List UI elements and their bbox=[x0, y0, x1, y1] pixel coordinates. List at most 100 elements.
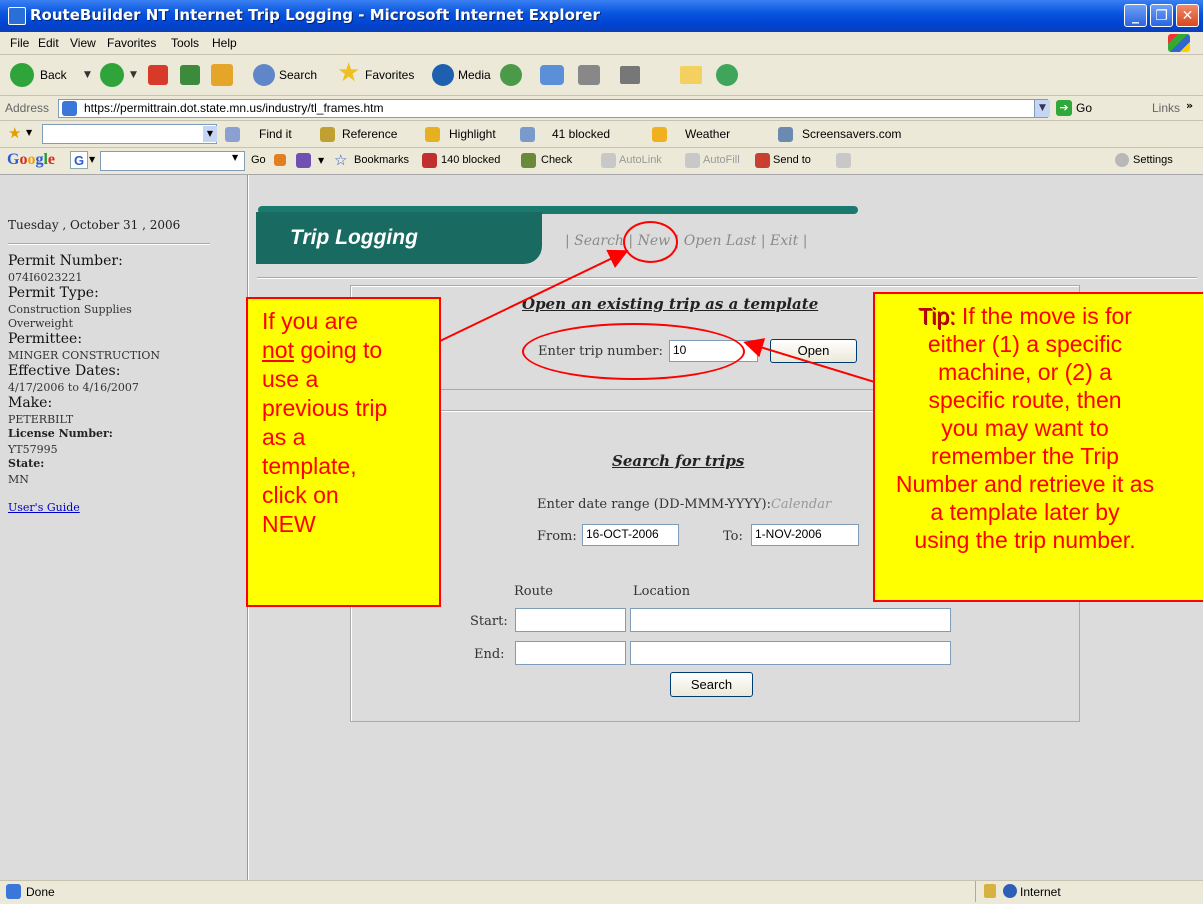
home-icon[interactable] bbox=[211, 64, 233, 86]
menu-help[interactable]: Help bbox=[212, 36, 237, 50]
star-icon[interactable]: ★ bbox=[8, 124, 21, 142]
close-button[interactable]: ✕ bbox=[1176, 4, 1199, 27]
location-column-header: Location bbox=[633, 584, 691, 599]
back-dropdown-icon[interactable]: ▼ bbox=[84, 70, 91, 80]
from-date-input[interactable]: 16-OCT-2006 bbox=[582, 524, 679, 546]
find-it-button[interactable]: Find it bbox=[259, 127, 292, 141]
search-trips-heading: Search for trips bbox=[612, 452, 745, 470]
maximize-button[interactable]: ❐ bbox=[1150, 4, 1173, 27]
toolbar-search-input[interactable] bbox=[42, 124, 217, 144]
search-button[interactable]: Search bbox=[670, 672, 753, 697]
settings-radio-icon[interactable] bbox=[1115, 153, 1129, 167]
google-search-dropdown-icon[interactable]: ▼ bbox=[232, 153, 238, 162]
links-button[interactable]: Links bbox=[1152, 101, 1180, 115]
menu-edit[interactable]: Edit bbox=[38, 36, 59, 50]
stop-icon[interactable] bbox=[148, 65, 168, 85]
screensavers-link[interactable]: Screensavers.com bbox=[802, 127, 901, 141]
menu-view[interactable]: View bbox=[70, 36, 96, 50]
history-icon[interactable] bbox=[500, 64, 522, 86]
lock-icon[interactable] bbox=[984, 884, 996, 898]
bookmark-star-icon[interactable]: ☆ bbox=[334, 151, 347, 169]
nav-open-last-link[interactable]: Open Last bbox=[684, 233, 757, 249]
weather-icon[interactable] bbox=[652, 127, 667, 142]
back-arrow-icon[interactable] bbox=[10, 63, 34, 87]
refresh-icon[interactable] bbox=[180, 65, 200, 85]
popup-blocker-icon[interactable] bbox=[520, 127, 535, 142]
edit-icon[interactable] bbox=[620, 66, 640, 84]
calendar-link[interactable]: Calendar bbox=[771, 497, 831, 512]
back-button[interactable]: Back bbox=[40, 68, 67, 82]
minimize-button[interactable]: _ bbox=[1124, 4, 1147, 27]
media-button[interactable]: Media bbox=[458, 68, 491, 82]
bookmarks-button[interactable]: Bookmarks bbox=[354, 154, 409, 166]
google-logo[interactable]: Google bbox=[7, 151, 55, 169]
users-guide-link[interactable]: User's Guide bbox=[8, 501, 80, 514]
google-blocked-count[interactable]: 140 blocked bbox=[441, 154, 500, 166]
license-number-label: License Number: bbox=[8, 427, 113, 440]
reference-icon[interactable] bbox=[320, 127, 335, 142]
messenger-icon[interactable] bbox=[716, 64, 738, 86]
find-it-icon[interactable] bbox=[225, 127, 240, 142]
status-divider bbox=[975, 881, 976, 902]
chevron-right-icon[interactable]: » bbox=[1186, 99, 1193, 112]
end-route-input[interactable] bbox=[515, 641, 626, 665]
check-button[interactable]: Check bbox=[541, 154, 572, 166]
state-label: State: bbox=[8, 457, 45, 470]
search-dropdown-icon[interactable]: ▼ bbox=[203, 126, 217, 142]
search-icon[interactable] bbox=[253, 64, 275, 86]
blocked-count[interactable]: 41 blocked bbox=[552, 127, 610, 141]
news-dropdown-icon[interactable]: ▼ bbox=[318, 156, 324, 165]
page-icon bbox=[62, 101, 77, 116]
end-location-input[interactable] bbox=[630, 641, 951, 665]
google-go-button[interactable]: Go bbox=[251, 154, 266, 166]
to-label: To: bbox=[723, 529, 743, 544]
folder-icon[interactable] bbox=[680, 66, 702, 84]
favorites-star-icon[interactable]: ★ bbox=[337, 60, 360, 86]
print-icon[interactable] bbox=[578, 65, 600, 85]
google-g-icon[interactable]: G bbox=[70, 151, 88, 169]
to-date-input[interactable]: 1-NOV-2006 bbox=[751, 524, 859, 546]
screensavers-icon[interactable] bbox=[778, 127, 793, 142]
menu-favorites[interactable]: Favorites bbox=[107, 36, 156, 50]
highlight-button[interactable]: Highlight bbox=[449, 127, 496, 141]
spellcheck-icon[interactable] bbox=[521, 153, 536, 168]
send-to-icon[interactable] bbox=[755, 153, 770, 168]
nav-search-link[interactable]: Search bbox=[574, 233, 624, 249]
header-divider bbox=[257, 277, 1197, 279]
go-arrow-icon[interactable]: ➔ bbox=[1056, 100, 1072, 116]
windows-logo-icon bbox=[1168, 34, 1190, 52]
settings-button[interactable]: Settings bbox=[1133, 154, 1173, 166]
send-to-button[interactable]: Send to bbox=[773, 154, 811, 166]
security-zone[interactable]: Internet bbox=[1020, 885, 1061, 899]
reference-button[interactable]: Reference bbox=[342, 127, 397, 141]
address-url[interactable]: https://permittrain.dot.state.mn.us/indu… bbox=[84, 101, 383, 115]
current-date: Tuesday , October 31 , 2006 bbox=[8, 218, 181, 232]
go-button[interactable]: Go bbox=[1076, 101, 1092, 115]
weather-button[interactable]: Weather bbox=[685, 127, 730, 141]
star-dropdown-icon[interactable]: ▼ bbox=[26, 128, 32, 137]
start-location-input[interactable] bbox=[630, 608, 951, 632]
mail-icon[interactable] bbox=[540, 65, 564, 85]
nav-exit-link[interactable]: Exit bbox=[770, 233, 798, 249]
highlight-icon[interactable] bbox=[425, 127, 440, 142]
google-menu-dropdown-icon[interactable]: ▼ bbox=[89, 155, 95, 164]
window-title: RouteBuilder NT Internet Trip Logging - … bbox=[30, 6, 600, 24]
open-button[interactable]: Open bbox=[770, 339, 857, 363]
forward-dropdown-icon[interactable]: ▼ bbox=[130, 70, 137, 80]
address-dropdown-icon[interactable]: ▼ bbox=[1034, 100, 1050, 117]
start-route-input[interactable] bbox=[515, 608, 626, 632]
tip-label: Tip: bbox=[918, 303, 956, 329]
menu-file[interactable]: File bbox=[10, 36, 29, 50]
forward-arrow-icon[interactable] bbox=[100, 63, 124, 87]
open-trip-heading: Open an existing trip as a template bbox=[522, 295, 819, 313]
from-label: From: bbox=[537, 529, 577, 544]
menu-tools[interactable]: Tools bbox=[171, 36, 199, 50]
media-icon[interactable] bbox=[432, 64, 454, 86]
news-icon[interactable] bbox=[296, 153, 311, 168]
permit-number-label: Permit Number: bbox=[8, 253, 123, 269]
search-toolbar-button[interactable]: Search bbox=[279, 68, 317, 82]
favorites-button[interactable]: Favorites bbox=[365, 68, 414, 82]
pagerank-icon[interactable] bbox=[274, 154, 286, 166]
popup-blocked-icon[interactable] bbox=[422, 153, 437, 168]
google-search-input[interactable] bbox=[100, 151, 245, 171]
